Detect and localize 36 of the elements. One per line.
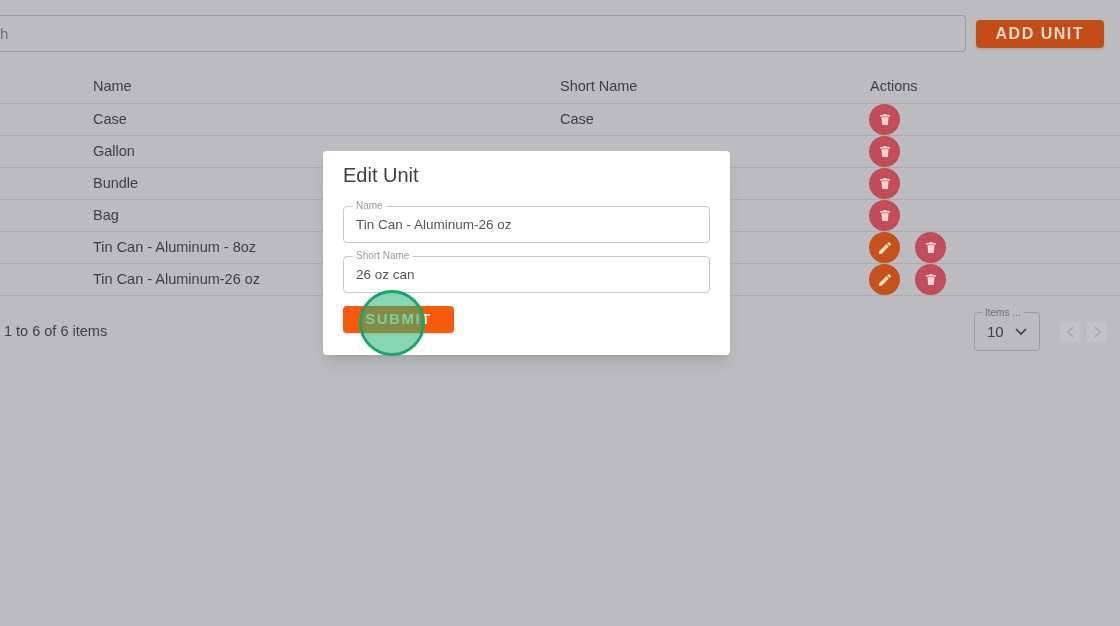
delete-button[interactable] — [915, 232, 946, 263]
table-cell: Case — [560, 110, 594, 127]
pencil-icon — [878, 241, 891, 254]
delete-button[interactable] — [869, 168, 900, 199]
text-field[interactable]: Name Tin Can - Aluminum-26 oz — [343, 201, 710, 243]
pagination-summary: 1 to 6 of 6 items — [4, 322, 108, 342]
text-field[interactable]: Short Name 26 oz can — [343, 251, 710, 293]
chevron-down-icon — [1015, 327, 1027, 337]
pencil-icon — [878, 273, 891, 286]
trash-icon — [879, 114, 890, 125]
column-header: Name — [93, 77, 133, 97]
delete-button[interactable] — [915, 264, 946, 295]
trash-icon — [925, 274, 936, 285]
edit-button[interactable] — [869, 232, 900, 263]
dialog-title: Edit Unit — [343, 163, 420, 188]
table-cell-text: Bundle — [93, 173, 139, 193]
delete-button[interactable] — [869, 104, 900, 135]
edit-button[interactable] — [869, 264, 900, 295]
column-header: Actions — [870, 77, 919, 97]
delete-button[interactable] — [869, 136, 900, 167]
chevron-right-icon — [1092, 326, 1102, 338]
trash-icon — [879, 210, 890, 221]
chevron-left-icon — [1065, 326, 1075, 338]
trash-icon — [879, 146, 890, 157]
table-cell-text: Gallon — [93, 141, 135, 161]
table-cell-text: Tin Can - Aluminum - 8oz — [93, 237, 257, 257]
table-cell-text: Case — [93, 109, 127, 129]
table-cell-text: Tin Can - Aluminum-26 oz — [93, 269, 261, 289]
trash-icon — [879, 178, 890, 189]
page-size-select[interactable]: Items ... 10 — [974, 307, 1040, 351]
search-field[interactable]: h — [0, 15, 966, 52]
add-unit-button[interactable]: ADD UNIT — [975, 19, 1104, 48]
delete-button[interactable] — [869, 200, 900, 231]
column-header: Short Name — [560, 77, 639, 97]
table-cell-text: Bag — [93, 205, 119, 225]
trash-icon — [925, 242, 936, 253]
